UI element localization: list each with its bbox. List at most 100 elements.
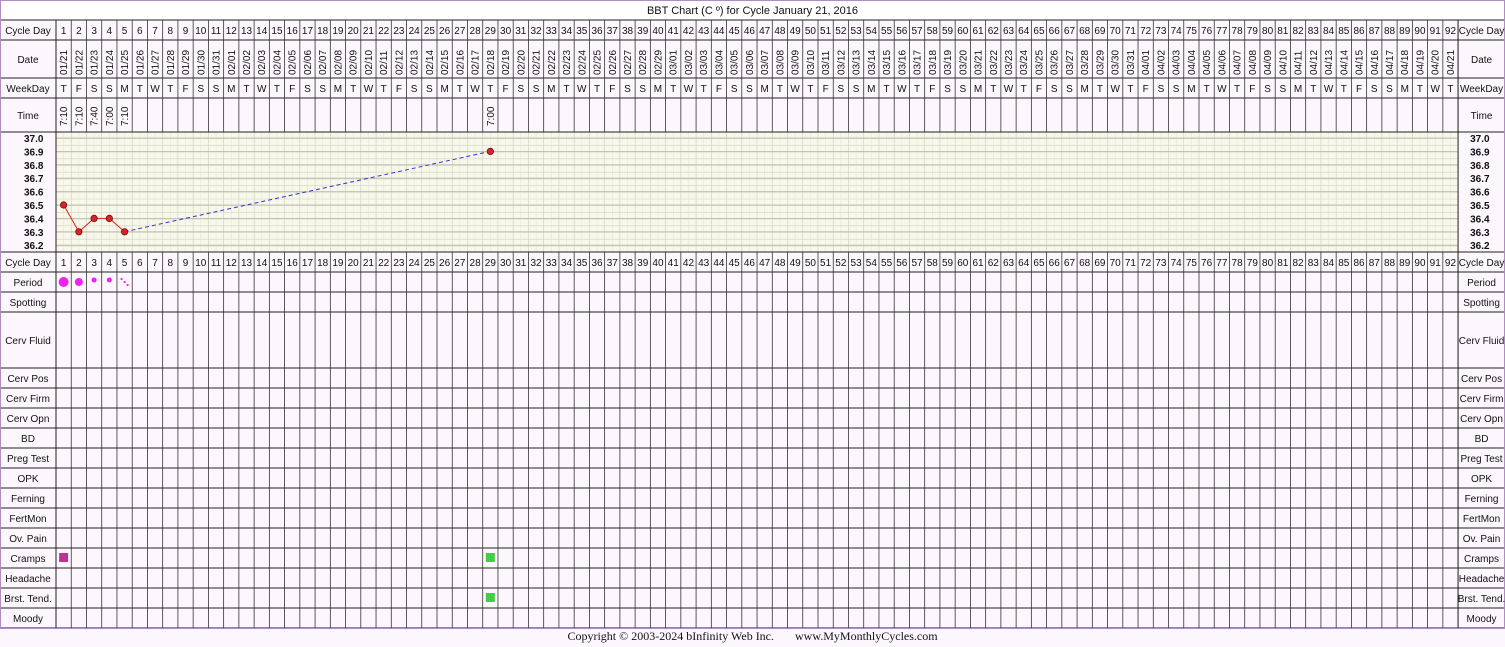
weekday-label: S bbox=[411, 84, 418, 95]
cycle-day-number: 5 bbox=[122, 258, 128, 269]
y-tick-label-right: 36.4 bbox=[1470, 214, 1490, 225]
cycle-day-number: 64 bbox=[1018, 258, 1030, 269]
weekday-label: W bbox=[897, 84, 907, 95]
weekday-label: S bbox=[91, 84, 98, 95]
date-label: 03/10 bbox=[806, 50, 817, 75]
weekday-label: S bbox=[746, 84, 753, 95]
date-label: 04/02 bbox=[1156, 50, 1167, 75]
weekday-label: T bbox=[1021, 84, 1027, 95]
cycle-day-number: 56 bbox=[896, 26, 908, 37]
weekday-label: T bbox=[914, 84, 920, 95]
cycle-day-number: 1 bbox=[61, 26, 67, 37]
date-label: 02/27 bbox=[623, 50, 634, 75]
weekday-label: S bbox=[838, 84, 845, 95]
date-label: 02/15 bbox=[440, 50, 451, 75]
weekday-label: S bbox=[1386, 84, 1393, 95]
date-label: 03/20 bbox=[958, 50, 969, 75]
cycle-day-number: 11 bbox=[211, 258, 222, 269]
cycle-day-number: 70 bbox=[1110, 258, 1122, 269]
y-tick-label-left: 36.5 bbox=[24, 201, 44, 212]
cycle-day-number: 26 bbox=[439, 258, 451, 269]
weekday-label: S bbox=[517, 84, 524, 95]
weekday-label: S bbox=[1066, 84, 1073, 95]
row-label-ov-pain: Ov. Pain bbox=[9, 534, 47, 545]
date-label: 03/21 bbox=[974, 50, 985, 75]
weekday-label: M bbox=[760, 84, 768, 95]
date-label: 02/20 bbox=[516, 50, 527, 75]
weekday-label: M bbox=[1401, 84, 1409, 95]
row-label-right-bd: BD bbox=[1475, 434, 1489, 445]
date-label: 03/17 bbox=[913, 50, 924, 75]
row-label-right-ov-pain: Ov. Pain bbox=[1463, 534, 1501, 545]
footer: Copyright © 2003-2024 bInfinity Web Inc.… bbox=[0, 629, 1505, 644]
cycle-day-number: 45 bbox=[729, 258, 741, 269]
weekday-label: T bbox=[487, 84, 493, 95]
y-tick-label-left: 36.3 bbox=[24, 228, 44, 239]
cycle-day-number: 28 bbox=[470, 258, 482, 269]
weekday-label: M bbox=[867, 84, 875, 95]
date-label: 02/19 bbox=[501, 50, 512, 75]
weekday-label: W bbox=[1430, 84, 1440, 95]
cycle-day-number: 85 bbox=[1338, 26, 1350, 37]
date-label: 03/30 bbox=[1111, 50, 1122, 75]
cycle-day-number: 85 bbox=[1338, 258, 1350, 269]
cycle-day-number: 7 bbox=[152, 26, 158, 37]
date-label: 01/29 bbox=[181, 50, 192, 75]
weekday-label: S bbox=[944, 84, 951, 95]
cycle-day-number: 2 bbox=[76, 26, 82, 37]
weekday-label: W bbox=[470, 84, 480, 95]
row-label-right-cramps: Cramps bbox=[1464, 554, 1499, 565]
row-label-right-time: Time bbox=[1471, 111, 1493, 122]
date-label: 03/19 bbox=[943, 50, 954, 75]
cycle-day-number: 52 bbox=[835, 258, 847, 269]
cycle-day-number: 19 bbox=[332, 26, 344, 37]
date-label: 02/10 bbox=[364, 50, 375, 75]
period-spotting-dot bbox=[120, 277, 123, 281]
date-label: 03/18 bbox=[928, 50, 939, 75]
cycle-day-number: 83 bbox=[1308, 26, 1320, 37]
site-link[interactable]: www.MyMonthlyCycles.com bbox=[795, 629, 938, 644]
temp-point bbox=[105, 214, 113, 222]
cycle-day-number: 53 bbox=[851, 26, 863, 37]
cycle-day-number: 49 bbox=[790, 26, 802, 37]
cycle-day-number: 40 bbox=[652, 258, 664, 269]
y-tick-label-right: 36.6 bbox=[1470, 188, 1490, 199]
row-label-headache: Headache bbox=[5, 574, 51, 585]
cycle-day-number: 12 bbox=[226, 26, 238, 37]
time-label: 7:10 bbox=[59, 106, 70, 126]
weekday-label: S bbox=[1173, 84, 1180, 95]
cycle-day-number: 6 bbox=[137, 258, 143, 269]
row-label-right-weekday: WeekDay bbox=[1460, 84, 1503, 95]
date-label: 02/12 bbox=[394, 50, 405, 75]
date-label: 04/16 bbox=[1370, 50, 1381, 75]
date-label: 01/22 bbox=[74, 50, 85, 75]
cycle-day-number: 73 bbox=[1155, 26, 1167, 37]
weekday-label: T bbox=[137, 84, 143, 95]
cycle-day-number: 77 bbox=[1216, 258, 1228, 269]
cycle-day-number: 24 bbox=[409, 258, 421, 269]
date-label: 01/23 bbox=[90, 50, 101, 75]
date-label: 04/01 bbox=[1141, 50, 1152, 75]
weekday-label: W bbox=[364, 84, 374, 95]
cycle-day-number: 37 bbox=[607, 26, 619, 37]
weekday-label: T bbox=[61, 84, 67, 95]
cycle-day-number: 81 bbox=[1277, 26, 1289, 37]
weekday-label: W bbox=[577, 84, 587, 95]
cycle-day-number: 39 bbox=[637, 258, 649, 269]
cycle-day-number: 71 bbox=[1125, 258, 1137, 269]
weekday-label: M bbox=[440, 84, 448, 95]
weekday-label: M bbox=[1081, 84, 1089, 95]
weekday-label: T bbox=[274, 84, 280, 95]
weekday-label: W bbox=[1217, 84, 1227, 95]
date-label: 03/24 bbox=[1019, 50, 1030, 75]
date-label: 03/05 bbox=[730, 50, 741, 75]
cycle-day-number: 59 bbox=[942, 258, 954, 269]
row-label-period: Period bbox=[14, 278, 43, 289]
weekday-label: T bbox=[1417, 84, 1423, 95]
y-tick-label-right: 36.2 bbox=[1470, 241, 1490, 252]
weekday-label: T bbox=[990, 84, 996, 95]
date-label: 03/26 bbox=[1050, 50, 1061, 75]
cycle-day-number: 78 bbox=[1232, 26, 1244, 37]
weekday-label: T bbox=[884, 84, 890, 95]
row-label-right-cerv-opn: Cerv Opn bbox=[1460, 414, 1503, 425]
